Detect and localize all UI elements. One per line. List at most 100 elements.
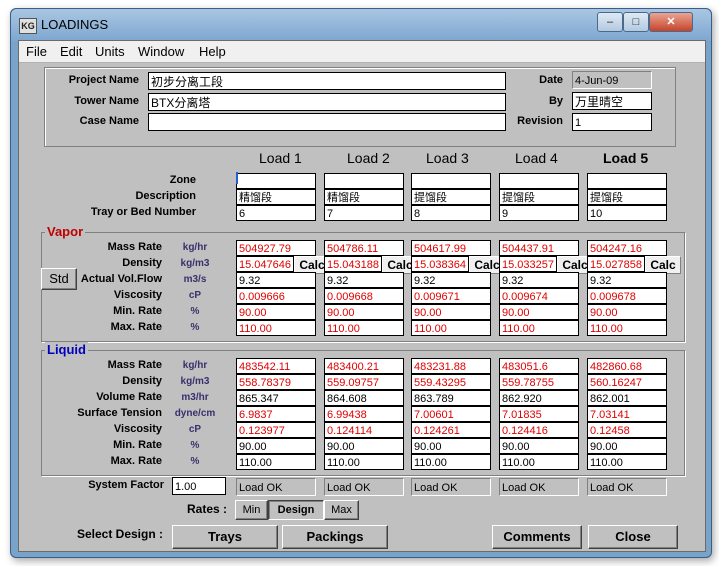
liquid-value-load-2[interactable]: 110.00 — [324, 454, 404, 470]
liquid-value-load-4[interactable]: 483051.6 — [499, 358, 579, 374]
close-button[interactable]: Close — [588, 525, 678, 549]
vapor-value-load-2[interactable]: 110.00 — [324, 320, 404, 336]
tray-field-load-2[interactable]: 7 — [324, 205, 404, 221]
vapor-value-load-4[interactable]: 504437.91 — [499, 240, 579, 256]
vapor-value-load-4[interactable]: 110.00 — [499, 320, 579, 336]
vapor-value-load-4[interactable]: 9.32 — [499, 272, 579, 288]
liquid-value-load-2[interactable]: 559.09757 — [324, 374, 404, 390]
revision-field[interactable]: 1 — [572, 113, 652, 131]
liquid-value-load-3[interactable]: 559.43295 — [411, 374, 491, 390]
liquid-value-load-1[interactable]: 110.00 — [236, 454, 316, 470]
minimize-button[interactable]: – — [597, 12, 623, 32]
vapor-value-load-3[interactable]: 0.009671 — [411, 288, 491, 304]
liquid-value-load-1[interactable]: 0.123977 — [236, 422, 316, 438]
vapor-value-load-5[interactable]: 90.00 — [587, 304, 667, 320]
liquid-value-load-4[interactable]: 90.00 — [499, 438, 579, 454]
liquid-value-load-3[interactable]: 110.00 — [411, 454, 491, 470]
rate-max-button[interactable]: Max — [324, 500, 359, 520]
liquid-value-load-5[interactable]: 7.03141 — [587, 406, 667, 422]
liquid-value-load-1[interactable]: 90.00 — [236, 438, 316, 454]
liquid-value-load-5[interactable]: 90.00 — [587, 438, 667, 454]
zone-field-load-5[interactable] — [587, 173, 667, 189]
liquid-value-load-4[interactable]: 0.124416 — [499, 422, 579, 438]
vapor-value-load-5[interactable]: 110.00 — [587, 320, 667, 336]
liquid-value-load-4[interactable]: 559.78755 — [499, 374, 579, 390]
liquid-value-load-5[interactable]: 862.001 — [587, 390, 667, 406]
vapor-value-load-5[interactable]: 15.027858 — [587, 256, 645, 272]
vapor-value-load-4[interactable]: 90.00 — [499, 304, 579, 320]
rate-design-button[interactable]: Design — [268, 500, 324, 520]
title-bar[interactable]: KG LOADINGS – □ ✕ — [11, 9, 711, 41]
case-name-field[interactable] — [148, 113, 506, 131]
menu-units[interactable]: Units — [95, 44, 125, 59]
liquid-value-load-3[interactable]: 483231.88 — [411, 358, 491, 374]
vapor-value-load-4[interactable]: 15.033257 — [499, 256, 557, 272]
vapor-value-load-1[interactable]: 504927.79 — [236, 240, 316, 256]
system-factor-field[interactable]: 1.00 — [172, 477, 226, 495]
comments-button[interactable]: Comments — [492, 525, 582, 549]
tray-field-load-1[interactable]: 6 — [236, 205, 316, 221]
liquid-value-load-4[interactable]: 110.00 — [499, 454, 579, 470]
vapor-value-load-3[interactable]: 15.038364 — [411, 256, 469, 272]
vapor-value-load-4[interactable]: 0.009674 — [499, 288, 579, 304]
description-field-load-2[interactable]: 精馏段 — [324, 189, 404, 205]
by-field[interactable]: 万里晴空 — [572, 92, 652, 110]
liquid-value-load-5[interactable]: 0.12458 — [587, 422, 667, 438]
vapor-value-load-1[interactable]: 110.00 — [236, 320, 316, 336]
packings-button[interactable]: Packings — [282, 525, 388, 549]
vapor-value-load-2[interactable]: 90.00 — [324, 304, 404, 320]
liquid-value-load-4[interactable]: 862.920 — [499, 390, 579, 406]
vapor-value-load-1[interactable]: 15.047646 — [236, 256, 294, 272]
menu-edit[interactable]: Edit — [60, 44, 82, 59]
description-field-load-4[interactable]: 提馏段 — [499, 189, 579, 205]
zone-field-load-4[interactable] — [499, 173, 579, 189]
tray-field-load-4[interactable]: 9 — [499, 205, 579, 221]
liquid-value-load-1[interactable]: 6.9837 — [236, 406, 316, 422]
liquid-value-load-3[interactable]: 7.00601 — [411, 406, 491, 422]
description-field-load-5[interactable]: 提馏段 — [587, 189, 667, 205]
liquid-value-load-3[interactable]: 863.789 — [411, 390, 491, 406]
liquid-value-load-5[interactable]: 560.16247 — [587, 374, 667, 390]
liquid-value-load-2[interactable]: 0.124114 — [324, 422, 404, 438]
rate-min-button[interactable]: Min — [235, 500, 268, 520]
vapor-value-load-1[interactable]: 9.32 — [236, 272, 316, 288]
menu-help[interactable]: Help — [199, 44, 226, 59]
trays-button[interactable]: Trays — [172, 525, 278, 549]
liquid-value-load-5[interactable]: 110.00 — [587, 454, 667, 470]
vapor-value-load-2[interactable]: 504786.11 — [324, 240, 404, 256]
zone-field-load-2[interactable] — [324, 173, 404, 189]
vapor-value-load-5[interactable]: 504247.16 — [587, 240, 667, 256]
tower-name-field[interactable]: BTX分离塔 — [148, 93, 506, 111]
liquid-value-load-4[interactable]: 7.01835 — [499, 406, 579, 422]
tray-field-load-5[interactable]: 10 — [587, 205, 667, 221]
zone-field-load-1[interactable] — [236, 173, 316, 189]
vapor-value-load-1[interactable]: 0.009666 — [236, 288, 316, 304]
liquid-value-load-2[interactable]: 483400.21 — [324, 358, 404, 374]
liquid-value-load-3[interactable]: 0.124261 — [411, 422, 491, 438]
liquid-value-load-1[interactable]: 865.347 — [236, 390, 316, 406]
description-field-load-1[interactable]: 精馏段 — [236, 189, 316, 205]
vapor-value-load-5[interactable]: 0.009678 — [587, 288, 667, 304]
tray-field-load-3[interactable]: 8 — [411, 205, 491, 221]
liquid-value-load-3[interactable]: 90.00 — [411, 438, 491, 454]
liquid-value-load-1[interactable]: 558.78379 — [236, 374, 316, 390]
vapor-value-load-3[interactable]: 504617.99 — [411, 240, 491, 256]
vapor-value-load-3[interactable]: 110.00 — [411, 320, 491, 336]
liquid-value-load-1[interactable]: 483542.11 — [236, 358, 316, 374]
project-name-field[interactable]: 初步分离工段 — [148, 72, 506, 90]
liquid-value-load-2[interactable]: 864.608 — [324, 390, 404, 406]
menu-file[interactable]: File — [26, 44, 47, 59]
vapor-value-load-3[interactable]: 90.00 — [411, 304, 491, 320]
restore-button[interactable]: □ — [623, 12, 649, 32]
close-window-button[interactable]: ✕ — [649, 12, 693, 32]
vapor-value-load-5[interactable]: 9.32 — [587, 272, 667, 288]
vapor-value-load-2[interactable]: 15.043188 — [324, 256, 382, 272]
vapor-value-load-2[interactable]: 0.009668 — [324, 288, 404, 304]
vapor-value-load-1[interactable]: 90.00 — [236, 304, 316, 320]
vapor-value-load-2[interactable]: 9.32 — [324, 272, 404, 288]
liquid-value-load-2[interactable]: 6.99438 — [324, 406, 404, 422]
menu-window[interactable]: Window — [138, 44, 184, 59]
liquid-value-load-2[interactable]: 90.00 — [324, 438, 404, 454]
description-field-load-3[interactable]: 提馏段 — [411, 189, 491, 205]
liquid-value-load-5[interactable]: 482860.68 — [587, 358, 667, 374]
